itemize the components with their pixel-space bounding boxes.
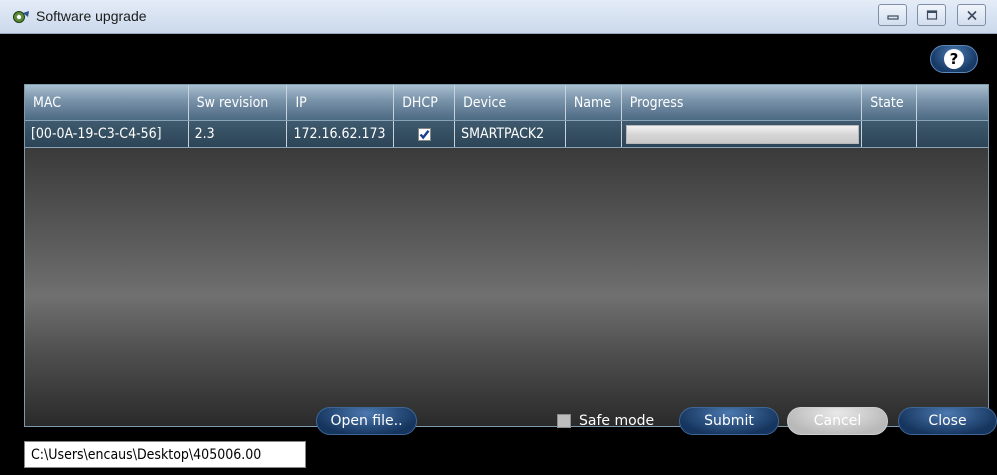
cell-extra	[917, 121, 988, 147]
close-icon	[966, 10, 978, 21]
dhcp-checkbox[interactable]	[417, 127, 431, 141]
help-button[interactable]: ?	[930, 45, 978, 73]
minimize-icon	[886, 10, 899, 20]
window-title: Software upgrade	[36, 8, 147, 24]
progress-bar	[625, 124, 859, 144]
device-grid: MAC Sw revision IP DHCP Device Name Prog…	[24, 84, 989, 427]
question-mark-icon: ?	[944, 49, 964, 69]
title-bar: Software upgrade	[0, 0, 997, 34]
column-header-state[interactable]: State	[862, 85, 918, 120]
safe-mode-label: Safe mode	[579, 413, 655, 429]
safe-mode-checkbox[interactable]	[557, 414, 571, 428]
checkmark-icon	[419, 129, 430, 139]
column-header-sw-revision[interactable]: Sw revision	[189, 85, 288, 120]
open-file-button[interactable]: Open file..	[316, 407, 417, 435]
column-header-progress[interactable]: Progress	[622, 85, 863, 120]
column-header-dhcp[interactable]: DHCP	[394, 85, 456, 120]
minimize-button[interactable]	[878, 4, 907, 26]
column-header-ip[interactable]: IP	[287, 85, 395, 120]
cell-dhcp	[394, 121, 456, 147]
maximize-button[interactable]	[917, 4, 946, 26]
file-path-input[interactable]	[24, 441, 306, 468]
close-button[interactable]: Close	[898, 407, 997, 435]
column-header-mac[interactable]: MAC	[25, 85, 189, 120]
cell-ip: 172.16.62.173	[287, 121, 395, 147]
eye-app-icon	[12, 9, 30, 25]
cell-name	[566, 121, 622, 147]
cell-sw-revision: 2.3	[189, 121, 288, 147]
cell-progress	[622, 121, 863, 147]
cancel-button[interactable]: Cancel	[787, 407, 888, 435]
cell-mac: [00-0A-19-C3-C4-56]	[25, 121, 189, 147]
column-header-extra	[917, 85, 988, 120]
column-header-device[interactable]: Device	[455, 85, 566, 120]
main-panel: ? MAC Sw revision IP DHCP Device Name Pr…	[0, 34, 997, 475]
submit-button[interactable]: Submit	[679, 407, 779, 435]
table-row[interactable]: [00-0A-19-C3-C4-56] 2.3 172.16.62.173 SM…	[25, 121, 988, 148]
cell-state	[862, 121, 918, 147]
maximize-icon	[926, 10, 938, 20]
cell-device: SMARTPACK2	[455, 121, 566, 147]
close-window-button[interactable]	[957, 4, 986, 26]
safe-mode-toggle[interactable]: Safe mode	[557, 411, 654, 431]
grid-header: MAC Sw revision IP DHCP Device Name Prog…	[25, 85, 988, 121]
column-header-name[interactable]: Name	[566, 85, 622, 120]
